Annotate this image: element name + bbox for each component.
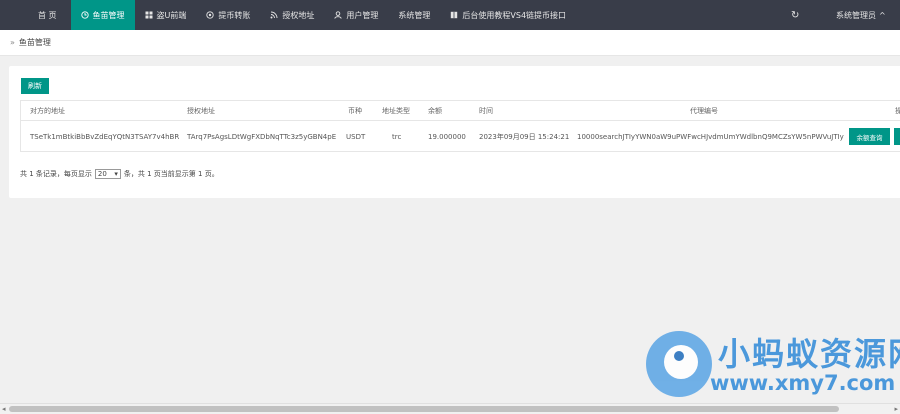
double-chevron-right-icon: » <box>10 38 15 47</box>
nav-item-label: 提币转账 <box>218 10 251 20</box>
nav-item-frontend[interactable]: 盗U前端 <box>135 0 197 30</box>
windows-icon <box>145 11 153 19</box>
nav-item-user-management[interactable]: 用户管理 <box>324 0 388 30</box>
chevron-up-icon: ^ <box>879 10 886 20</box>
nav-item-label: 盗U前端 <box>156 10 187 20</box>
top-nav: 首 页 鱼苗管理 盗U前端 提币转账 授权地址 用户管理 系统管理 后台使用教程… <box>0 0 900 30</box>
nav-item-system-management[interactable]: 系统管理 <box>388 0 440 30</box>
table-row: TSeTk1mBtkiBbBvZdEqYQtN3TSAY7v4hBR TArq7… <box>21 121 900 152</box>
nav-item-authorized-address[interactable]: 授权地址 <box>260 0 324 30</box>
nav-item-tutorial[interactable]: 后台使用教程VS4链提币接口 <box>440 0 576 30</box>
admin-label: 系统管理员 <box>836 10 876 20</box>
rss-icon <box>270 11 278 19</box>
column-header: 对方的地址 <box>30 106 65 115</box>
nav-item-label: 后台使用教程VS4链提币接口 <box>462 10 567 20</box>
table-cell: USDT <box>346 132 366 141</box>
breadcrumb-current: 鱼苗管理 <box>18 38 51 47</box>
table-cell: TSeTk1mBtkiBbBvZdEqYQtN3TSAY7v4hBR <box>30 132 180 141</box>
scroll-right-icon[interactable]: ▸ <box>894 405 898 413</box>
pagination: 共 1 条记录，每页显示 20 ▾ 条，共 1 页当前显示第 1 页。 <box>20 169 219 179</box>
nav-item-label: 用户管理 <box>346 10 379 20</box>
nav-item-home[interactable]: 首 页 <box>0 0 71 30</box>
watermark: 小蚂蚁资源网 www.xmy7.com <box>646 327 900 401</box>
clock-icon <box>80 11 89 19</box>
column-header: 代理编号 <box>690 106 718 115</box>
table-cell: 2023年09月09日 15:24:21 <box>479 132 570 141</box>
admin-menu[interactable]: 系统管理员 ^ <box>836 0 886 30</box>
data-table: 对方的地址 授权地址 币种 地址类型 余额 时间 代理编号 操 TSeTk1mB… <box>20 100 900 152</box>
page-size-value: 20 <box>97 170 107 178</box>
nav-item-label: 授权地址 <box>282 10 315 20</box>
nav-item-label: 首 页 <box>38 10 57 20</box>
nav-item-label: 鱼苗管理 <box>92 10 125 20</box>
column-header: 操 <box>895 106 900 115</box>
coin-icon <box>206 11 215 19</box>
nav-item-label: 系统管理 <box>398 10 431 20</box>
watermark-url: www.xmy7.com <box>710 371 896 395</box>
nav-item-fish-management[interactable]: 鱼苗管理 <box>70 0 135 30</box>
pager-text-before: 共 1 条记录，每页显示 <box>20 170 92 178</box>
scroll-left-icon[interactable]: ◂ <box>2 405 6 413</box>
column-header: 授权地址 <box>187 106 215 115</box>
table-cell: TArq7PsAgsLDtWgFXDbNqTTc3z5yGBN4pE <box>187 132 337 141</box>
content-card: 刷新 对方的地址 授权地址 币种 地址类型 余额 时间 代理编号 操 TSeTk… <box>9 66 900 198</box>
table-header: 对方的地址 授权地址 币种 地址类型 余额 时间 代理编号 操 <box>21 101 900 121</box>
column-header: 时间 <box>479 106 493 115</box>
refresh-button[interactable]: 刷新 <box>21 78 49 94</box>
row-action-button-clipped[interactable] <box>894 128 900 145</box>
pager-text-after: 条，共 1 页当前显示第 1 页。 <box>123 170 219 178</box>
ant-logo-icon <box>646 331 712 397</box>
user-icon <box>334 11 343 19</box>
watermark-title: 小蚂蚁资源网 <box>718 335 900 373</box>
column-header: 币种 <box>348 106 362 115</box>
horizontal-scrollbar[interactable]: ◂ ▸ <box>0 403 900 414</box>
column-header: 余额 <box>428 106 442 115</box>
page-size-select[interactable]: 20 ▾ <box>94 169 121 179</box>
balance-query-button[interactable]: 余额查询 <box>849 128 890 145</box>
refresh-icon[interactable]: ↻ <box>791 0 799 30</box>
table-cell: trc <box>392 132 402 141</box>
scrollbar-thumb[interactable] <box>9 406 839 412</box>
book-icon <box>450 11 458 19</box>
table-cell: 19.000000 <box>428 132 466 141</box>
nav-item-withdraw[interactable]: 提币转账 <box>196 0 260 30</box>
breadcrumb: » 鱼苗管理 <box>0 30 900 56</box>
column-header: 地址类型 <box>382 106 410 115</box>
chevron-down-icon: ▾ <box>114 170 118 178</box>
table-cell: 10000searchJTIyYWN0aW9uPWFwcHJvdmUmYWdlb… <box>577 132 844 141</box>
